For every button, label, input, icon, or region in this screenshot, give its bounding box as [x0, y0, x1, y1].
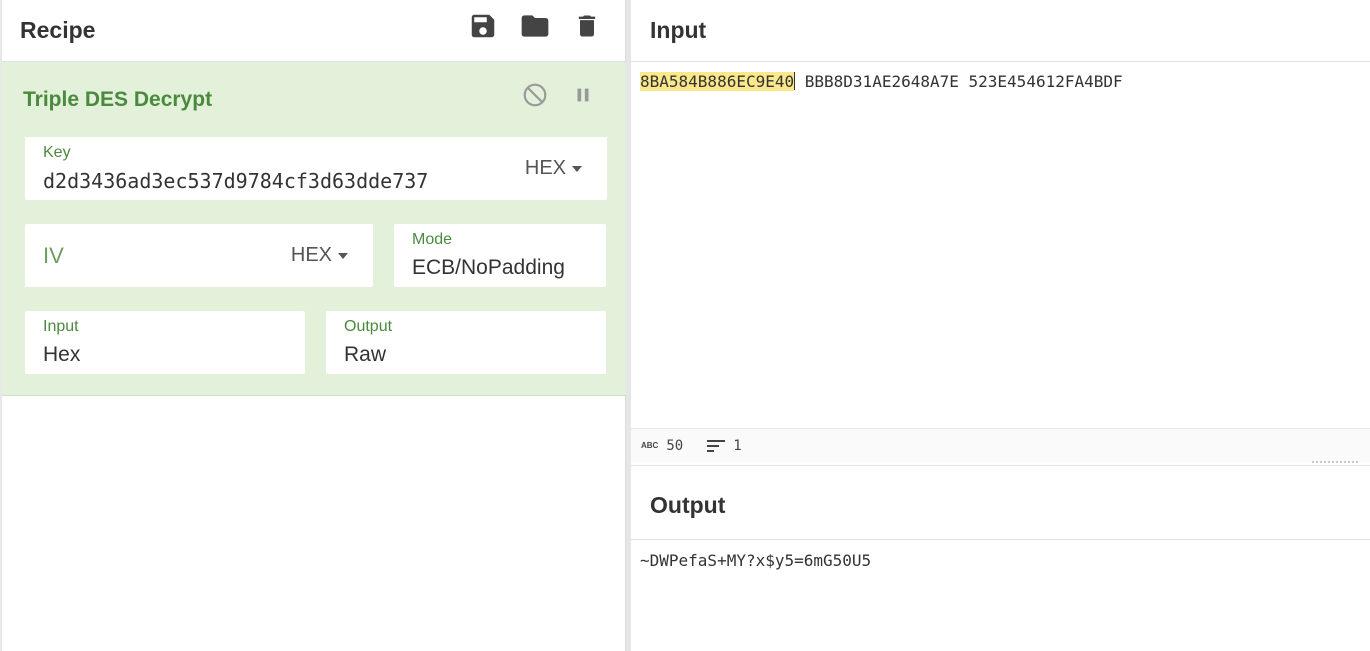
- key-value[interactable]: d2d3436ad3ec537d9784cf3d63dde737: [43, 169, 428, 193]
- operation-controls: [522, 82, 596, 108]
- chevron-down-icon: [338, 252, 348, 259]
- recipe-pane: Recipe Triple DES Decrypt Key d2d3436ad3…: [0, 0, 626, 651]
- resize-grip[interactable]: [1312, 461, 1358, 463]
- recipe-toolbar: [467, 10, 603, 42]
- input-format-field[interactable]: Input Hex: [25, 311, 305, 374]
- operation-title: Triple DES Decrypt: [23, 88, 213, 111]
- chevron-down-icon: [572, 165, 582, 172]
- app: Recipe Triple DES Decrypt Key d2d3436ad3…: [0, 0, 1370, 651]
- lines-icon: [707, 439, 726, 452]
- folder-icon[interactable]: [519, 10, 551, 42]
- key-format-label: HEX: [524, 157, 566, 179]
- input-status-bar: ABC 50 1: [631, 428, 1370, 462]
- key-format-dropdown[interactable]: HEX: [525, 157, 582, 180]
- key-field[interactable]: Key d2d3436ad3ec537d9784cf3d63dde737 HEX: [25, 137, 607, 200]
- input-format-value[interactable]: Hex: [43, 343, 80, 367]
- key-label: Key: [43, 144, 71, 161]
- operation-triple-des-decrypt: Triple DES Decrypt Key d2d3436ad3ec537d9…: [2, 62, 626, 396]
- output-title: Output: [650, 492, 726, 518]
- output-format-value[interactable]: Raw: [344, 343, 386, 367]
- input-rest-text: BBB8D31AE2648A7E 523E454612FA4BDF: [795, 72, 1123, 91]
- char-count-value: 50: [666, 437, 684, 454]
- recipe-header: Recipe: [2, 0, 625, 62]
- recipe-title: Recipe: [20, 17, 96, 43]
- line-count-value: 1: [733, 437, 742, 454]
- disable-icon[interactable]: [522, 82, 548, 108]
- output-header: Output: [631, 466, 1370, 540]
- line-count: 1: [707, 437, 742, 454]
- output-format-label: Output: [344, 318, 393, 335]
- trash-icon[interactable]: [571, 10, 603, 42]
- iv-format-label: HEX: [290, 244, 332, 266]
- abc-icon: ABC: [641, 441, 659, 450]
- highlighted-text: 8BA584B886EC9E40: [640, 72, 795, 91]
- iv-placeholder: IV: [43, 243, 64, 268]
- output-pane: Output ~DWPefaS+MY?x$y5=6mG50U5: [631, 465, 1370, 651]
- iv-field[interactable]: IV HEX: [25, 224, 373, 287]
- input-pane: Input 8BA584B886EC9E40 BBB8D31AE2648A7E …: [631, 0, 1370, 462]
- char-count: ABC 50: [641, 438, 683, 454]
- input-title: Input: [650, 17, 707, 43]
- input-textarea[interactable]: 8BA584B886EC9E40 BBB8D31AE2648A7E 523E45…: [640, 72, 1123, 91]
- mode-value[interactable]: ECB/NoPadding: [412, 256, 565, 280]
- save-icon[interactable]: [467, 10, 499, 42]
- output-text[interactable]: ~DWPefaS+MY?x$y5=6mG50U5: [640, 551, 871, 570]
- input-format-label: Input: [43, 318, 79, 335]
- mode-label: Mode: [412, 231, 453, 248]
- input-header: Input: [631, 0, 1370, 62]
- mode-field[interactable]: Mode ECB/NoPadding: [394, 224, 606, 287]
- pause-icon[interactable]: [570, 82, 596, 108]
- iv-format-dropdown[interactable]: HEX: [291, 244, 348, 267]
- output-format-field[interactable]: Output Raw: [326, 311, 606, 374]
